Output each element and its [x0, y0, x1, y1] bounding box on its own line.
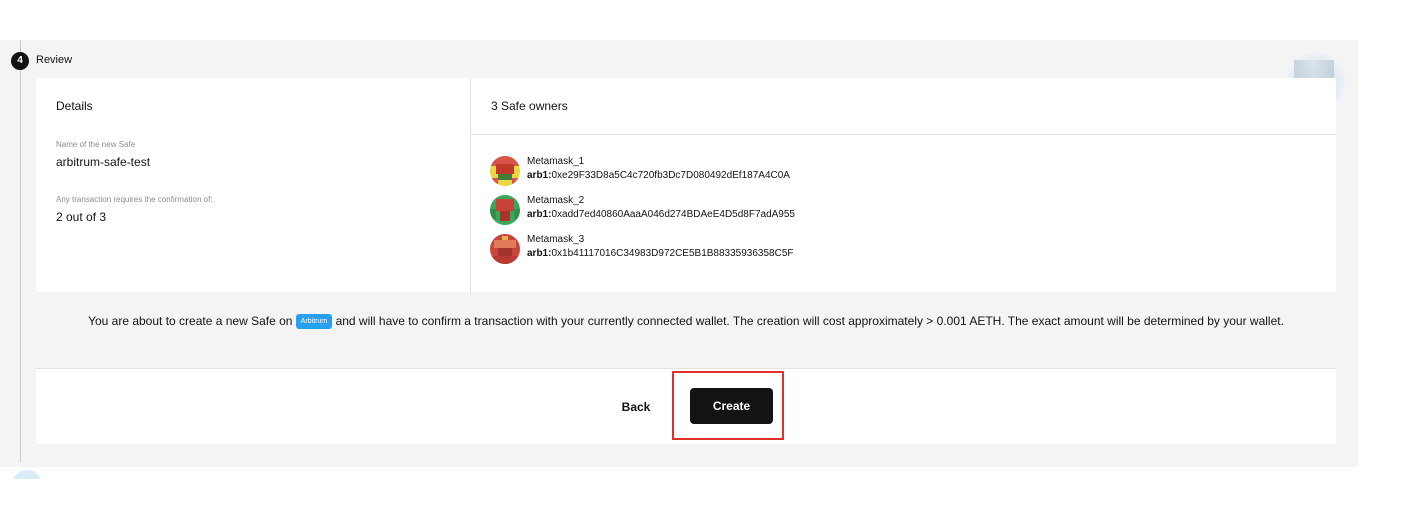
create-button[interactable]: Create — [690, 388, 773, 424]
safe-name-label: Name of the new Safe — [56, 140, 136, 149]
step-title: Review — [36, 54, 73, 66]
stepper-line — [20, 40, 21, 462]
safe-name-value: arbitrum-safe-test — [56, 155, 151, 169]
owner-address-prefix: arb1: — [527, 248, 552, 259]
owner-address-prefix: arb1: — [527, 170, 552, 181]
details-heading: Details — [56, 99, 93, 113]
owner-address: arb1:0x1b41117016C34983D972CE5B1B8833593… — [527, 248, 794, 259]
owner-address-hex: 0x1b41117016C34983D972CE5B1B88335936358C… — [551, 248, 794, 259]
owner-address: arb1:0xadd7ed40860AaaA046d274BDAeE4D5d8F… — [527, 209, 795, 220]
owner-address: arb1:0xe29F33D8a5C4c720fb3Dc7D080492dEf1… — [527, 170, 790, 181]
chain-chip: Arbitrum — [295, 314, 333, 329]
owner-address-hex: 0xe29F33D8a5C4c720fb3Dc7D080492dEf187A4C… — [551, 170, 790, 181]
owner-address-hex: 0xadd7ed40860AaaA046d274BDAeE4D5d8F7adA9… — [551, 209, 795, 220]
action-bar: Back Create — [36, 369, 1336, 444]
next-step-indicator — [12, 470, 42, 479]
info-text-before: You are about to create a new Safe on — [88, 314, 293, 328]
back-button[interactable]: Back — [614, 396, 658, 418]
info-text-after: and will have to confirm a transaction w… — [335, 314, 1284, 328]
owner-name: Metamask_1 — [527, 156, 585, 167]
owner-name: Metamask_3 — [527, 234, 585, 245]
cost-info-text: You are about to create a new Safe on Ar… — [76, 312, 1296, 331]
details-column: Details Name of the new Safe arbitrum-sa… — [36, 78, 470, 292]
cost-info-bar: You are about to create a new Safe on Ar… — [36, 292, 1336, 369]
owner-avatar-icon — [490, 195, 520, 225]
owner-avatar-icon — [490, 156, 520, 186]
owner-avatar-icon — [490, 234, 520, 264]
owners-heading: 3 Safe owners — [471, 78, 1336, 135]
step-number-badge: 4 — [11, 52, 29, 70]
owners-column: 3 Safe owners Metamask_1 arb1:0xe29F33D8… — [471, 78, 1336, 292]
owner-address-prefix: arb1: — [527, 209, 552, 220]
review-card: Details Name of the new Safe arbitrum-sa… — [36, 78, 1336, 292]
owner-name: Metamask_2 — [527, 195, 585, 206]
threshold-label: Any transaction requires the confirmatio… — [56, 195, 213, 204]
threshold-value: 2 out of 3 — [56, 210, 107, 224]
